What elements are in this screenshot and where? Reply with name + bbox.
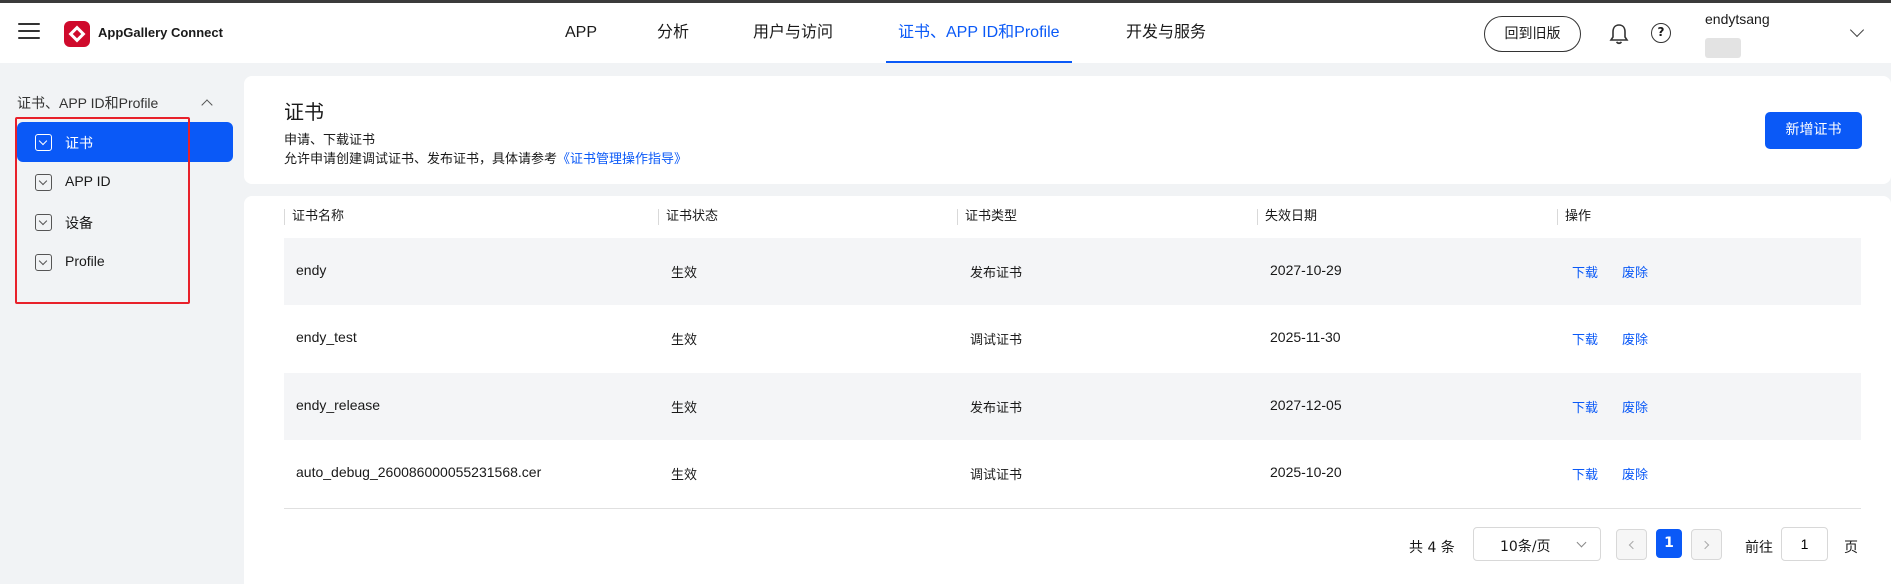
- help-icon[interactable]: ?: [1651, 23, 1671, 43]
- bell-icon[interactable]: [1609, 23, 1629, 45]
- add-certificate-button[interactable]: 新增证书: [1765, 112, 1862, 149]
- cert-status: 生效: [671, 467, 698, 482]
- cert-status: 生效: [671, 400, 698, 415]
- download-link[interactable]: 下载: [1572, 464, 1598, 483]
- sidebar-item-devices[interactable]: 设备: [17, 202, 233, 242]
- cert-expiry: 2025-10-20: [1270, 464, 1342, 480]
- header: AppGallery Connect APP 分析 用户与访问 证书、APP I…: [0, 3, 1891, 63]
- download-link[interactable]: 下载: [1572, 262, 1598, 281]
- revoke-link[interactable]: 废除: [1622, 329, 1648, 348]
- table-row: endy 生效 发布证书 2027-10-29 下载 废除: [284, 238, 1861, 305]
- table-row: endy_test 生效 调试证书 2025-11-30 下载 废除: [284, 305, 1861, 372]
- cert-type: 发布证书: [970, 400, 1023, 415]
- cert-name: endy_test: [296, 329, 357, 345]
- column-header-status: 证书状态: [658, 209, 718, 225]
- total-count: 共 4 条: [1409, 540, 1455, 556]
- nav-app[interactable]: APP: [565, 3, 597, 63]
- column-header-type: 证书类型: [957, 209, 1017, 225]
- cert-expiry: 2027-10-29: [1270, 262, 1342, 278]
- chevron-down-icon[interactable]: [1849, 22, 1865, 38]
- back-to-old-version-button[interactable]: 回到旧版: [1484, 16, 1581, 52]
- column-header-expiry: 失效日期: [1257, 209, 1317, 225]
- goto-suffix: 页: [1844, 540, 1858, 556]
- revoke-link[interactable]: 废除: [1622, 262, 1648, 281]
- table-row: auto_debug_260086000055231568.cer 生效 调试证…: [284, 440, 1861, 507]
- cert-type: 发布证书: [970, 265, 1023, 280]
- goto-page-input[interactable]: [1781, 527, 1828, 561]
- certificate-icon: [35, 134, 52, 151]
- sidebar-item-app-id[interactable]: APP ID: [17, 162, 233, 202]
- guide-link[interactable]: 《证书管理操作指导》: [557, 152, 687, 167]
- revoke-link[interactable]: 废除: [1622, 397, 1648, 416]
- sidebar-item-certificates[interactable]: 证书: [17, 122, 233, 162]
- table-divider: [284, 508, 1861, 509]
- avatar: [1705, 38, 1741, 58]
- page-subtitle: 申请、下载证书: [284, 133, 376, 148]
- chevron-down-icon: [1576, 537, 1587, 548]
- goto-label: 前往: [1745, 540, 1773, 556]
- chevron-up-icon[interactable]: [201, 99, 213, 111]
- column-header-actions: 操作: [1557, 209, 1591, 225]
- menu-icon[interactable]: [18, 23, 40, 41]
- chevron-right-icon: [1700, 540, 1710, 550]
- table-header: 证书名称 证书状态 证书类型 失效日期 操作: [284, 196, 1861, 238]
- column-header-name: 证书名称: [284, 209, 344, 225]
- info-card: 证书 申请、下载证书 允许申请创建调试证书、发布证书，具体请参考《证书管理操作指…: [244, 76, 1891, 184]
- app-id-icon: [35, 174, 52, 191]
- sidebar: 证书、APP ID和Profile 证书 APP ID 设备 Profile: [0, 63, 244, 584]
- chevron-left-icon: [1628, 540, 1638, 550]
- sidebar-item-label: 证书: [65, 135, 93, 151]
- nav-analytics[interactable]: 分析: [657, 3, 689, 63]
- certificate-table: 证书名称 证书状态 证书类型 失效日期 操作 endy 生效 发布证书 2027…: [244, 196, 1891, 584]
- appgallery-logo-icon: [64, 21, 90, 47]
- nav-dev-services[interactable]: 开发与服务: [1126, 3, 1206, 63]
- sidebar-group-label[interactable]: 证书、APP ID和Profile: [17, 93, 158, 113]
- page-description: 允许申请创建调试证书、发布证书，具体请参考《证书管理操作指导》: [284, 148, 687, 167]
- nav-certificates[interactable]: 证书、APP ID和Profile: [886, 3, 1072, 63]
- revoke-link[interactable]: 废除: [1622, 464, 1648, 483]
- page-size-value: 10条/页: [1500, 539, 1551, 555]
- cert-name: endy: [296, 262, 327, 278]
- download-link[interactable]: 下载: [1572, 397, 1598, 416]
- prev-page-button[interactable]: [1616, 529, 1647, 560]
- username[interactable]: endytsang: [1705, 11, 1770, 27]
- nav-users-access[interactable]: 用户与访问: [753, 3, 833, 63]
- sidebar-item-label: Profile: [65, 253, 105, 269]
- cert-name: endy_release: [296, 397, 381, 413]
- sidebar-item-profile[interactable]: Profile: [17, 242, 233, 282]
- cert-expiry: 2025-11-30: [1270, 329, 1341, 345]
- download-link[interactable]: 下载: [1572, 329, 1598, 348]
- cert-status: 生效: [671, 332, 698, 347]
- cert-type: 调试证书: [970, 332, 1023, 347]
- cert-name: auto_debug_260086000055231568.cer: [296, 464, 542, 480]
- table-row: endy_release 生效 发布证书 2027-12-05 下载 废除: [284, 373, 1861, 440]
- sidebar-item-label: APP ID: [65, 173, 111, 189]
- next-page-button[interactable]: [1691, 529, 1722, 560]
- cert-type: 调试证书: [970, 467, 1023, 482]
- profile-icon: [35, 254, 52, 271]
- app-name: AppGallery Connect: [98, 25, 223, 40]
- sidebar-item-label: 设备: [65, 215, 93, 231]
- cert-status: 生效: [671, 265, 698, 280]
- description-text: 允许申请创建调试证书、发布证书，具体请参考: [284, 152, 558, 167]
- cert-expiry: 2027-12-05: [1270, 397, 1342, 413]
- page-size-select[interactable]: 10条/页: [1473, 527, 1601, 561]
- page-title: 证书: [284, 100, 324, 124]
- device-icon: [35, 214, 52, 231]
- page-number-current[interactable]: 1: [1656, 529, 1682, 558]
